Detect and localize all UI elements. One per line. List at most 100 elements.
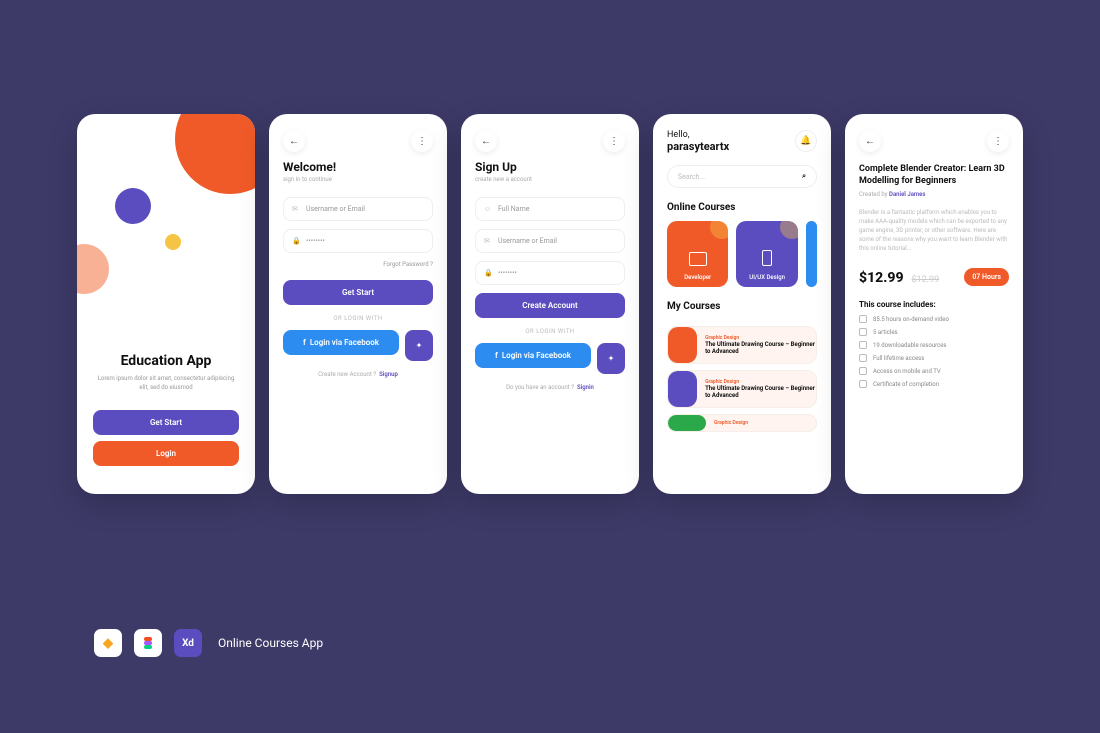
course-tag: Graphic Design xyxy=(714,420,748,426)
signin-screen: ← ⋮ Welcome! sign in to continue ✉ Usern… xyxy=(269,114,447,494)
twitter-login-button[interactable]: ✦ xyxy=(597,343,625,374)
include-label: 85.5 hours on-demand video xyxy=(873,316,949,323)
decor-circle-orange xyxy=(175,114,255,194)
facebook-label: Login via Facebook xyxy=(310,338,379,347)
online-courses-heading: Online Courses xyxy=(653,188,831,221)
password-input[interactable]: 🔒 •••••••• xyxy=(475,261,625,285)
signup-title: Sign Up xyxy=(475,160,625,174)
signin-prompt-text: Do you have an account ? xyxy=(506,384,574,391)
price: $12.99 xyxy=(859,270,904,286)
price-block: $12.99 $12.99 xyxy=(859,267,939,286)
my-course-item[interactable]: Graphic Design The Ultimate Drawing Cour… xyxy=(667,326,817,364)
decor-bubble xyxy=(780,221,798,239)
course-thumb xyxy=(668,415,706,431)
infinity-icon xyxy=(859,354,867,362)
include-label: Certificate of completion xyxy=(873,381,939,388)
category-card-uiux[interactable]: UI/UX Design xyxy=(736,221,797,287)
course-title: The Ultimate Drawing Course – Beginner t… xyxy=(705,385,816,399)
decor-bubble xyxy=(710,221,728,239)
username-input[interactable]: ✉ Username or Email xyxy=(283,197,433,221)
my-courses-heading: My Courses xyxy=(653,287,831,320)
twitter-login-button[interactable]: ✦ xyxy=(405,330,433,361)
xd-icon: Xd xyxy=(174,629,202,657)
home-screen: Hello, parasyteartx 🔔 Search... ⌕ Online… xyxy=(653,114,831,494)
category-label: Developer xyxy=(684,274,711,281)
facebook-login-button[interactable]: f Login via Facebook xyxy=(475,343,591,368)
signin-submit-button[interactable]: Get Start xyxy=(283,280,433,305)
course-detail-screen: ← ⋮ Complete Blender Creator: Learn 3D M… xyxy=(845,114,1023,494)
password-input[interactable]: 🔒 •••••••• xyxy=(283,229,433,253)
include-label: Full lifetime access xyxy=(873,355,924,362)
signin-link[interactable]: Signin xyxy=(577,384,594,391)
figma-icon xyxy=(134,629,162,657)
course-thumb xyxy=(668,327,697,363)
back-button[interactable]: ← xyxy=(283,130,305,152)
create-account-button[interactable]: Create Account xyxy=(475,293,625,318)
include-label: Access on mobile and TV xyxy=(873,368,941,375)
notifications-button[interactable]: 🔔 xyxy=(795,130,817,152)
decor-circle-peach xyxy=(77,244,109,294)
back-button[interactable]: ← xyxy=(475,130,497,152)
username: parasyteartx xyxy=(667,140,729,153)
include-item: Full lifetime access xyxy=(859,354,1009,362)
include-item: 19 downloadable resources xyxy=(859,341,1009,349)
get-start-button[interactable]: Get Start xyxy=(93,410,239,435)
certificate-icon xyxy=(859,380,867,388)
course-title: The Ultimate Drawing Course – Beginner t… xyxy=(705,341,816,355)
more-button[interactable]: ⋮ xyxy=(603,130,625,152)
include-label: 5 articles xyxy=(873,329,898,336)
signup-link[interactable]: Signup xyxy=(379,371,398,378)
lock-icon: 🔒 xyxy=(484,269,492,277)
greeting: Hello, xyxy=(667,130,729,140)
twitter-icon: ✦ xyxy=(608,354,615,363)
password-placeholder: •••••••• xyxy=(306,237,325,245)
more-button[interactable]: ⋮ xyxy=(987,130,1009,152)
footer-label: Online Courses App xyxy=(218,636,323,650)
decor-circle-purple xyxy=(115,188,151,224)
signup-prompt: Create new Account ? Signup xyxy=(283,371,433,378)
back-button[interactable]: ← xyxy=(859,130,881,152)
search-input[interactable]: Search... ⌕ xyxy=(667,165,817,188)
include-item: 5 articles xyxy=(859,328,1009,336)
include-item: 85.5 hours on-demand video xyxy=(859,315,1009,323)
monitor-icon xyxy=(689,252,707,266)
article-icon xyxy=(859,328,867,336)
fullname-input[interactable]: ☺ Full Name xyxy=(475,197,625,221)
fullname-placeholder: Full Name xyxy=(498,205,529,213)
forgot-password-link[interactable]: Forgot Password ? xyxy=(283,261,433,268)
signin-title: Welcome! xyxy=(283,160,433,174)
my-course-item[interactable]: Graphic Design xyxy=(667,414,817,432)
download-icon xyxy=(859,341,867,349)
category-card-next[interactable] xyxy=(806,221,817,287)
mail-icon: ✉ xyxy=(484,237,492,245)
facebook-label: Login via Facebook xyxy=(502,351,571,360)
search-icon: ⌕ xyxy=(802,172,806,181)
login-divider: OR LOGIN WITH xyxy=(475,328,625,335)
username-placeholder: Username or Email xyxy=(306,205,365,213)
author-link[interactable]: Daniel James xyxy=(889,191,925,198)
includes-heading: This course includes: xyxy=(845,286,1023,315)
course-detail-title: Complete Blender Creator: Learn 3D Model… xyxy=(845,160,1023,191)
more-button[interactable]: ⋮ xyxy=(411,130,433,152)
my-course-item[interactable]: Graphic Design The Ultimate Drawing Cour… xyxy=(667,370,817,408)
category-label: UI/UX Design xyxy=(749,274,785,281)
facebook-login-button[interactable]: f Login via Facebook xyxy=(283,330,399,355)
username-input[interactable]: ✉ Username or Email xyxy=(475,229,625,253)
course-description: Blender is a fantastic platform which en… xyxy=(845,198,1023,253)
facebook-icon: f xyxy=(303,338,306,347)
bell-icon: 🔔 xyxy=(800,136,811,146)
login-divider: OR LOGIN WITH xyxy=(283,315,433,322)
signup-screen: ← ⋮ Sign Up create new a account ☺ Full … xyxy=(461,114,639,494)
footer: ◆ Xd Online Courses App xyxy=(94,629,323,657)
price-old: $12.99 xyxy=(911,275,939,285)
phone-icon xyxy=(762,250,772,266)
video-icon xyxy=(859,315,867,323)
include-label: 19 downloadable resources xyxy=(873,342,947,349)
login-button[interactable]: Login xyxy=(93,441,239,466)
twitter-icon: ✦ xyxy=(416,341,423,350)
user-icon: ☺ xyxy=(484,205,492,213)
include-item: Access on mobile and TV xyxy=(859,367,1009,375)
onboard-title: Education App xyxy=(93,353,239,369)
sketch-icon: ◆ xyxy=(94,629,122,657)
category-card-developer[interactable]: Developer xyxy=(667,221,728,287)
